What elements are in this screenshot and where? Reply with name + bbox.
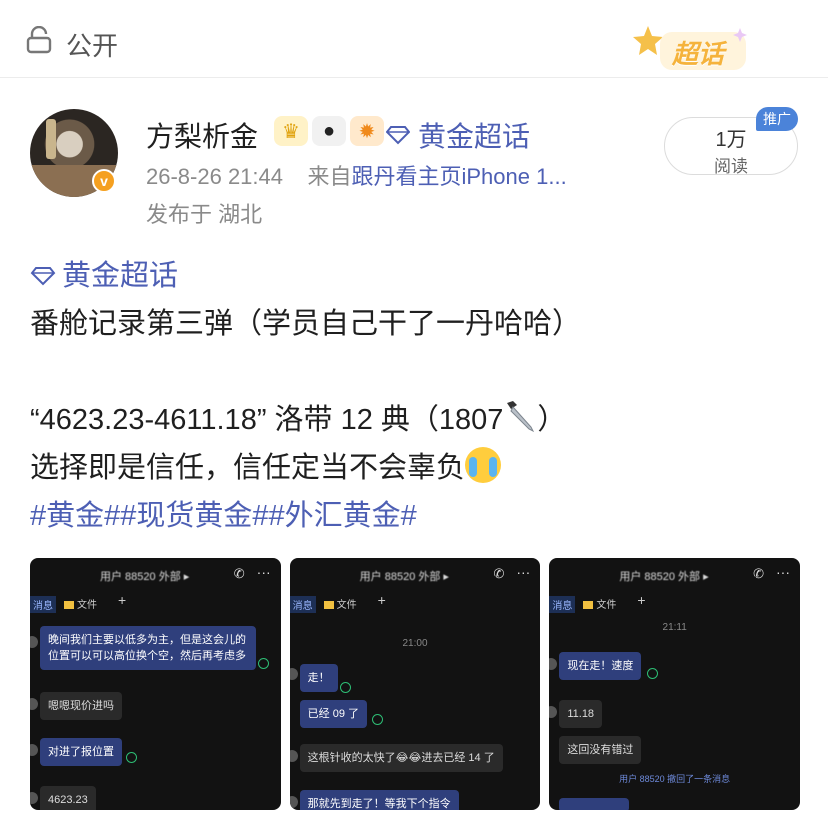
post-content: 黄金超话 番舱记录第三弹（学员自己干了一丹哈哈） “4623.23-4611.1… [30, 252, 800, 540]
chat-screenshot-2[interactable]: 用户 88520 外部 ▸ ✆ ··· 消息 文件 + 21:00 走！ 已经 … [289, 558, 541, 810]
chat-title: 用户 88520 外部 ▸ [359, 571, 449, 583]
read-check-icon [339, 682, 351, 693]
post-line-1: 番舱记录第三弹（学员自己干了一丹哈哈） [30, 308, 582, 340]
more-icon: ··· [256, 564, 271, 580]
chat-bubble [559, 798, 630, 810]
post-topic-label: 黄金超话 [62, 260, 179, 292]
phone-icon: ✆ [753, 566, 765, 581]
tab-messages: 消息 [30, 596, 56, 613]
crown-badge-icon[interactable]: ♛ [274, 116, 308, 146]
post-line-2-text: “4623.23-4611.18” 洛带 12 典（1807 [30, 404, 504, 436]
recall-notice: 用户 88520 撤回了一条消息 [619, 774, 731, 784]
chat-timestamp: 21:00 [402, 638, 428, 649]
chat-bubble: 这根针收的太快了😂😂进去已经 14 了 [299, 744, 503, 772]
chat-header: 用户 88520 外部 ▸ ✆ ··· [549, 558, 800, 592]
chat-tabs: 消息 文件 + [30, 592, 281, 614]
more-icon: ··· [776, 564, 791, 580]
diamond-icon [30, 267, 56, 286]
avatar-photo-detail [46, 119, 56, 159]
chat-screenshot-1[interactable]: 用户 88520 外部 ▸ ✆ ··· 消息 文件 + 晚间我们主要以低多为主，… [30, 558, 281, 810]
read-check-icon [126, 752, 137, 763]
author-name[interactable]: 方梨析金 [146, 115, 258, 155]
panda-badge-icon[interactable]: ● [312, 116, 346, 146]
chaohua-label: 超话 [672, 39, 725, 69]
author-badges: ♛ ● ✹ [274, 115, 384, 147]
read-check-icon [258, 658, 269, 669]
promo-tag: 推广 [756, 107, 798, 131]
author-header: v 方梨析金 ♛ ● ✹ 黄金超话 26-8-26 21:44 来自跟丹看主页i… [0, 95, 828, 235]
chat-title: 用户 88520 外部 ▸ [619, 571, 709, 583]
chaohua-badge[interactable]: 超话 [632, 22, 758, 78]
tab-messages: 消息 [289, 596, 316, 613]
chat-timestamp: 21:11 [662, 622, 687, 633]
chat-tabs: 消息 文件 + [549, 592, 800, 614]
v-verified-icon: v [92, 169, 116, 193]
more-icon: ··· [516, 564, 531, 580]
chat-bubble: 那就先到走了！等我下个指令 [299, 790, 459, 810]
avatar [30, 636, 38, 648]
avatar [289, 796, 298, 808]
chat-bubble: 这回没有错过 [559, 736, 642, 764]
avatar [549, 658, 558, 670]
post-meta: 26-8-26 21:44 来自跟丹看主页iPhone 1... [146, 159, 567, 191]
phone-icon: ✆ [233, 566, 245, 581]
post-line-2-end: ） [537, 404, 567, 436]
post-source[interactable]: 跟丹看主页iPhone 1... [352, 164, 567, 189]
post-line-3-text: 选择即是信任，信任定当不会辜负 [30, 452, 466, 484]
read-check-icon [371, 714, 383, 725]
avatar [289, 750, 298, 762]
avatar [289, 668, 298, 680]
post-location: 发布于 湖北 [146, 202, 263, 227]
topic-link[interactable]: 黄金超话 [386, 115, 530, 155]
topic-link-label: 黄金超话 [418, 121, 531, 152]
lock-icon [26, 26, 52, 54]
chat-title: 用户 88520 外部 ▸ [100, 571, 190, 583]
visibility-label[interactable]: 公开 [66, 26, 118, 63]
chat-bubble: 现在走！速度 [559, 652, 642, 680]
chat-bubble: 已经 09 了 [299, 700, 368, 728]
avatar [30, 698, 38, 710]
avatar [549, 706, 558, 718]
read-label: 阅读 [714, 157, 748, 176]
tab-messages: 消息 [549, 596, 576, 613]
chat-header: 用户 88520 外部 ▸ ✆ ··· [30, 558, 281, 592]
read-check-icon [647, 668, 659, 679]
plus-icon: + [377, 592, 386, 608]
tab-files: 文件 [324, 596, 357, 611]
chat-bubble: 4623.23 [40, 786, 96, 810]
chat-screenshot-3[interactable]: 用户 88520 外部 ▸ ✆ ··· 消息 文件 + 21:11 现在走！速度… [549, 558, 801, 810]
chat-tabs: 消息 文件 + [289, 592, 541, 614]
post-hashtags[interactable]: #黄金##现货黄金##外汇黄金# [30, 492, 800, 540]
chat-bubble: 走！ [299, 664, 338, 692]
chat-bubble: 对进了报位置 [40, 738, 122, 766]
chat-header: 用户 88520 外部 ▸ ✆ ··· [290, 558, 541, 592]
avatar [30, 744, 38, 756]
post-line-2: “4623.23-4611.18” 洛带 12 典（1807 ） [30, 396, 800, 444]
post-line-3: 选择即是信任，信任定当不会辜负 [30, 444, 800, 492]
pufferfish-badge-icon[interactable]: ✹ [350, 116, 384, 146]
chat-bubble: 11.18 [559, 700, 603, 728]
chat-bubble: 嗯嗯现价进吗 [40, 692, 122, 720]
plus-icon: + [637, 592, 646, 608]
tab-files: 文件 [583, 596, 616, 611]
chat-bubble: 晚间我们主要以低多为主，但是这会儿的位置可以可以高位换个空，然后再考虑多 [40, 626, 256, 670]
diamond-icon [386, 126, 410, 145]
post-timestamp: 26-8-26 21:44 [146, 164, 283, 189]
source-prefix: 来自 [307, 164, 352, 189]
top-bar: 公开 超话 [0, 0, 828, 78]
image-grid: 用户 88520 外部 ▸ ✆ ··· 消息 文件 + 晚间我们主要以低多为主，… [30, 558, 801, 810]
crying-face-icon [465, 447, 502, 483]
knife-icon [507, 401, 535, 433]
avatar [30, 792, 38, 804]
plus-icon: + [118, 592, 127, 608]
tab-files: 文件 [64, 596, 97, 611]
phone-icon: ✆ [493, 566, 505, 581]
post-topic-link[interactable]: 黄金超话 [30, 252, 800, 300]
